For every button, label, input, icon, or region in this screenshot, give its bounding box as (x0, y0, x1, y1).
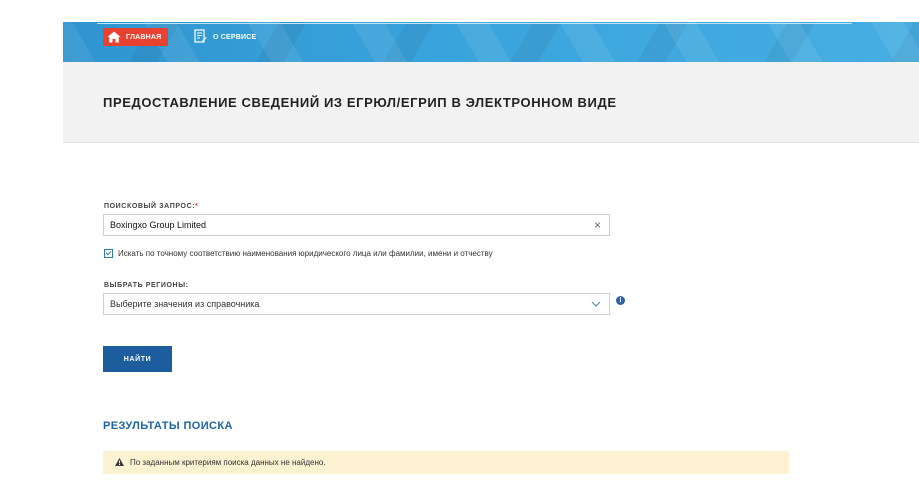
title-band: ПРЕДОСТАВЛЕНИЕ СВЕДЕНИЙ ИЗ ЕГРЮЛ/ЕГРИП В… (63, 62, 919, 143)
search-input-value[interactable]: Boxingxo Group Limited (110, 220, 594, 230)
nav-divider (97, 23, 852, 24)
top-navigation: ГЛАВНАЯ О СЕРВИСЕ (63, 22, 919, 62)
results-title: РЕЗУЛЬТАТЫ ПОИСКА (103, 420, 233, 432)
required-mark: * (195, 203, 199, 210)
warning-icon (115, 457, 124, 468)
regions-select-placeholder: Выберите значения из справочника (110, 299, 260, 309)
exact-match-option[interactable]: Искать по точному соответствию наименова… (104, 249, 493, 258)
home-icon (107, 31, 121, 43)
chevron-down-icon[interactable] (591, 301, 601, 307)
find-button[interactable]: НАЙТИ (103, 346, 172, 372)
clear-icon[interactable]: × (594, 219, 601, 231)
page-title: ПРЕДОСТАВЛЕНИЕ СВЕДЕНИЙ ИЗ ЕГРЮЛ/ЕГРИП В… (103, 95, 617, 110)
exact-match-checkbox[interactable] (104, 249, 113, 258)
nav-home-label: ГЛАВНАЯ (126, 33, 162, 41)
no-results-alert: По заданным критериям поиска данных не н… (103, 451, 789, 474)
search-query-label-text: ПОИСКОВЫЙ ЗАПРОС: (104, 203, 196, 210)
search-query-label: ПОИСКОВЫЙ ЗАПРОС:* (104, 203, 198, 210)
exact-match-label[interactable]: Искать по точному соответствию наименова… (118, 249, 493, 258)
document-icon (194, 29, 207, 45)
nav-about-link[interactable]: О СЕРВИСЕ (190, 28, 260, 46)
search-input[interactable]: Boxingxo Group Limited × (103, 214, 610, 236)
no-results-message: По заданным критериям поиска данных не н… (130, 458, 326, 467)
info-icon[interactable]: i (616, 296, 625, 305)
nav-about-label: О СЕРВИСЕ (213, 33, 257, 41)
regions-select[interactable]: Выберите значения из справочника (103, 293, 610, 315)
nav-home-link[interactable]: ГЛАВНАЯ (103, 28, 169, 46)
regions-label: ВЫБРАТЬ РЕГИОНЫ: (104, 282, 189, 289)
